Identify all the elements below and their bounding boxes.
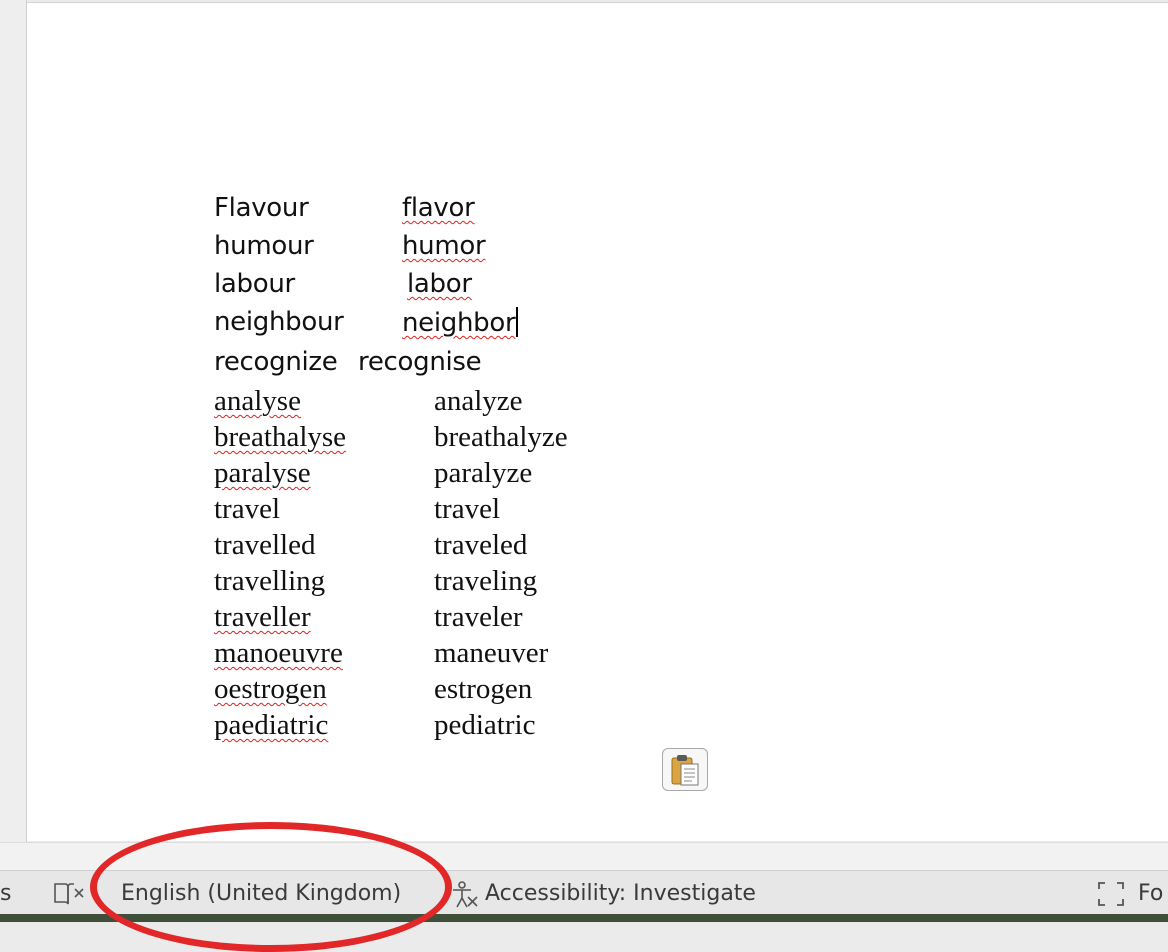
american-spelling-word[interactable]: pediatric	[434, 709, 535, 742]
american-spelling-word[interactable]: traveler	[434, 601, 523, 634]
american-spelling-word[interactable]: travel	[434, 493, 500, 526]
desktop-strip	[0, 914, 1168, 922]
focus-button-label[interactable]: Fo	[1138, 881, 1163, 906]
accessibility-status[interactable]: Accessibility: Investigate	[485, 881, 756, 906]
british-spelling-word[interactable]: analyse	[214, 385, 301, 418]
book-x-icon[interactable]	[52, 880, 86, 908]
american-spelling-word[interactable]: labor	[407, 269, 472, 299]
american-spelling-word[interactable]: traveling	[434, 565, 537, 598]
american-spelling-word[interactable]: paralyze	[434, 457, 532, 490]
status-bar-truncated-item[interactable]: s	[0, 881, 11, 906]
american-spelling-word[interactable]: humor	[402, 231, 486, 261]
american-spelling-word[interactable]: estrogen	[434, 673, 532, 706]
british-spelling-word[interactable]: breathalyse	[214, 421, 346, 454]
british-spelling-word[interactable]: paralyse	[214, 457, 311, 490]
paste-options-button[interactable]	[662, 748, 708, 791]
british-spelling-word[interactable]: travel	[214, 493, 280, 526]
british-spelling-word[interactable]: paediatric	[214, 709, 328, 742]
british-spelling-word[interactable]: neighbour	[214, 307, 344, 337]
american-spelling-word[interactable]: analyze	[434, 385, 523, 418]
focus-mode-icon[interactable]	[1096, 880, 1126, 908]
text-cursor	[516, 307, 519, 337]
accessibility-icon[interactable]	[450, 880, 480, 910]
language-status[interactable]: English (United Kingdom)	[121, 881, 401, 906]
american-spelling-word[interactable]: neighbor	[402, 307, 519, 338]
british-spelling-word[interactable]: Flavour	[214, 193, 309, 223]
british-spelling-word[interactable]: recognise	[358, 347, 482, 377]
american-spelling-word[interactable]: maneuver	[434, 637, 548, 670]
american-spelling-word[interactable]: traveled	[434, 529, 527, 562]
page-scroll-area	[0, 842, 1168, 871]
american-spelling-word[interactable]: breathalyze	[434, 421, 568, 454]
british-spelling-word[interactable]: humour	[214, 231, 314, 261]
british-spelling-word[interactable]: labour	[214, 269, 295, 299]
british-spelling-word[interactable]: manoeuvre	[214, 637, 343, 670]
document-page[interactable]: Flavour flavor humour humor labour labor neigh…	[27, 2, 1168, 841]
british-spelling-word[interactable]: travelled	[214, 529, 315, 562]
american-spelling-word[interactable]: flavor	[402, 193, 475, 223]
british-spelling-word[interactable]: traveller	[214, 601, 311, 634]
british-spelling-word[interactable]: oestrogen	[214, 673, 327, 706]
american-spelling-word[interactable]: recognize	[214, 347, 338, 377]
clipboard-icon	[671, 754, 699, 785]
british-spelling-word[interactable]: travelling	[214, 565, 325, 598]
left-margin-ruler	[0, 0, 27, 842]
